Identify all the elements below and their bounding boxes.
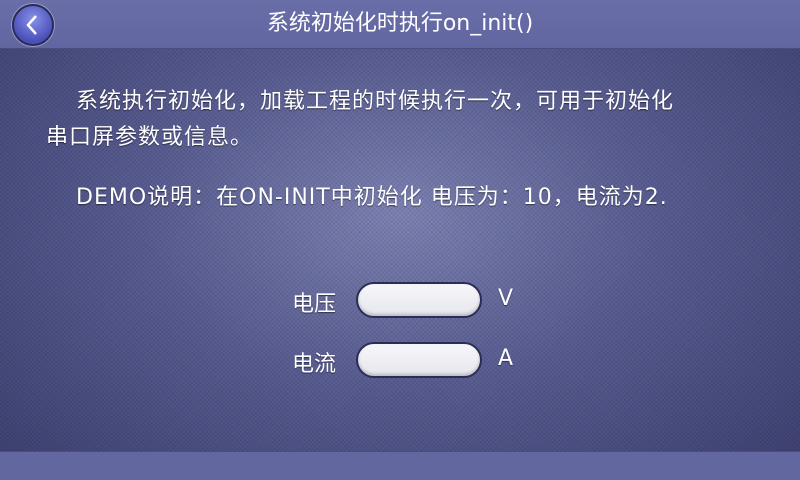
page-title: 系统初始化时执行on_init(): [266, 11, 534, 36]
voltage-label: 电压: [292, 292, 337, 317]
title-bar: 系统初始化时执行on_init(): [0, 0, 800, 49]
description-paragraph: 系统执行初始化，加载工程的时候执行一次，可用于初始化 串口屏参数或信息。: [46, 84, 776, 156]
description-line-1: 系统执行初始化，加载工程的时候执行一次，可用于初始化: [76, 89, 675, 114]
current-label: 电流: [292, 352, 337, 377]
description-line-2: 串口屏参数或信息。: [46, 125, 254, 150]
demo-note: DEMO说明：在ON-INIT中初始化 电压为：10，电流为2.: [76, 185, 668, 210]
back-button[interactable]: [12, 4, 54, 46]
current-input[interactable]: [356, 342, 482, 378]
current-unit: A: [498, 346, 514, 371]
voltage-unit: V: [498, 286, 514, 311]
bottom-bar: [0, 451, 800, 480]
chevron-left-icon: [26, 15, 37, 35]
voltage-input[interactable]: [356, 282, 482, 318]
